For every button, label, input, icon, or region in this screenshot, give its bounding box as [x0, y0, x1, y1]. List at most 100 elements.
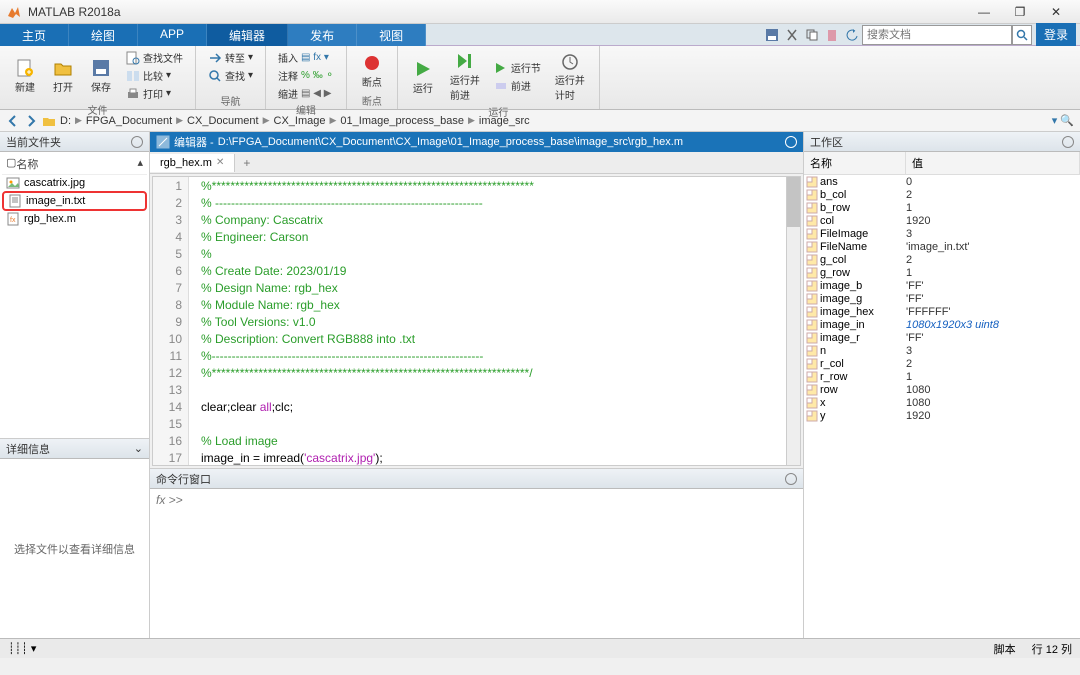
crumb-4[interactable]: 01_Image_process_base [340, 115, 464, 127]
editor-panel-menu-icon[interactable] [785, 136, 797, 148]
var-icon [806, 397, 818, 409]
workspace-row[interactable]: image_g'FF' [804, 292, 1080, 305]
fwd-icon[interactable] [24, 114, 38, 128]
search-path-icon[interactable]: ▾ 🔍 [1052, 114, 1074, 127]
main-area: 当前文件夹 ▢ 名称▴ cascatrix.jpgimage_in.txtfxr… [0, 132, 1080, 638]
indent-button[interactable]: 缩进 ▤ ◀ ▶ [274, 85, 335, 102]
workspace-row[interactable]: b_row1 [804, 201, 1080, 214]
workspace-row[interactable]: image_in1080x1920x3 uint8 [804, 318, 1080, 331]
details-header[interactable]: 详细信息⌄ [0, 439, 149, 459]
var-icon [806, 332, 818, 344]
command-window[interactable]: fx >> [150, 489, 803, 638]
search-icon[interactable] [1012, 25, 1032, 45]
goto-button[interactable]: 转至 ▾ [204, 49, 257, 66]
workspace-row[interactable]: FileImage3 [804, 227, 1080, 240]
undo-icon[interactable] [845, 28, 859, 42]
workspace-row[interactable]: ans0 [804, 175, 1080, 188]
workspace-row[interactable]: g_col2 [804, 253, 1080, 266]
var-name: b_row [820, 202, 906, 214]
workspace-row[interactable]: y1920 [804, 409, 1080, 422]
workspace-row[interactable]: image_b'FF' [804, 279, 1080, 292]
workspace-header[interactable]: 工作区 [804, 132, 1080, 152]
maximize-button[interactable]: ❐ [1002, 1, 1038, 23]
file-row[interactable]: image_in.txt [2, 191, 147, 211]
workspace-row[interactable]: r_row1 [804, 370, 1080, 383]
ws-panel-menu-icon[interactable] [1062, 136, 1074, 148]
code-editor[interactable]: 123456789101112131415161718 %***********… [152, 176, 801, 466]
close-button[interactable]: ✕ [1038, 1, 1074, 23]
crumb-5[interactable]: image_src [479, 115, 530, 127]
var-value: 1 [906, 267, 1078, 279]
print-button[interactable]: 打印 ▾ [122, 85, 187, 102]
code-area[interactable]: %***************************************… [189, 177, 786, 465]
var-name: image_in [820, 319, 906, 331]
run-time-button[interactable]: 运行并 计时 [549, 49, 591, 104]
breakpoint-button[interactable]: 断点 [355, 51, 389, 91]
editor-scrollbar[interactable] [786, 177, 800, 465]
panel-menu-icon[interactable] [131, 136, 143, 148]
open-button[interactable]: 打开 [46, 56, 80, 96]
login-button[interactable]: 登录 [1036, 23, 1076, 46]
workspace-row[interactable]: image_hex'FFFFFF' [804, 305, 1080, 318]
crumb-1[interactable]: FPGA_Document [86, 115, 172, 127]
add-tab-button[interactable]: + [235, 153, 258, 173]
comment-button[interactable]: 注释 % ‰ ⚬ [274, 67, 338, 84]
current-folder-header[interactable]: 当前文件夹 [0, 132, 149, 152]
status-position: 行 12 列 [1032, 641, 1072, 657]
back-icon[interactable] [6, 114, 20, 128]
run-button[interactable]: 运行 [406, 57, 440, 97]
var-value: 'FFFFFF' [906, 306, 1078, 318]
var-icon [806, 293, 818, 305]
tab-publish[interactable]: 发布 [288, 24, 357, 46]
workspace-row[interactable]: b_col2 [804, 188, 1080, 201]
workspace-row[interactable]: x1080 [804, 396, 1080, 409]
var-name: image_r [820, 332, 906, 344]
minimize-button[interactable]: — [966, 1, 1002, 23]
tab-view[interactable]: 视图 [357, 24, 426, 46]
new-button[interactable]: 新建 [8, 56, 42, 96]
insert-button[interactable]: 插入 ▤ fx ▾ [274, 49, 333, 66]
runsection-button[interactable]: 运行节 [490, 59, 545, 76]
find-button[interactable]: 查找 ▾ [204, 67, 257, 84]
close-tab-icon[interactable]: ✕ [216, 157, 224, 168]
search-input[interactable] [862, 25, 1012, 45]
workspace-row[interactable]: r_col2 [804, 357, 1080, 370]
command-window-header[interactable]: 命令行窗口 [150, 469, 803, 489]
cut-icon[interactable] [785, 28, 799, 42]
file-name: cascatrix.jpg [24, 177, 85, 189]
workspace-row[interactable]: image_r'FF' [804, 331, 1080, 344]
file-row[interactable]: cascatrix.jpg [2, 175, 147, 191]
folder-icon[interactable] [42, 114, 56, 128]
run-advance-button[interactable]: 运行并 前进 [444, 49, 486, 104]
var-value: 3 [906, 228, 1078, 240]
crumb-2[interactable]: CX_Document [187, 115, 259, 127]
tab-plot[interactable]: 绘图 [69, 24, 138, 46]
compare-button[interactable]: 比较 ▾ [122, 67, 187, 84]
tab-app[interactable]: APP [138, 24, 207, 46]
workspace-row[interactable]: row1080 [804, 383, 1080, 396]
crumb-3[interactable]: CX_Image [274, 115, 326, 127]
editor-tab[interactable]: rgb_hex.m✕ [150, 154, 235, 172]
save-icon[interactable] [765, 28, 779, 42]
tab-editor[interactable]: 编辑器 [207, 24, 288, 46]
tab-home[interactable]: 主页 [0, 24, 69, 46]
workspace-columns: 名称值 [804, 152, 1080, 175]
var-icon [806, 228, 818, 240]
var-value: 'FF' [906, 332, 1078, 344]
var-value: 1 [906, 371, 1078, 383]
crumb-0[interactable]: D: [60, 115, 71, 127]
workspace-table[interactable]: 名称值 ans0b_col2b_row1col1920FileImage3Fil… [804, 152, 1080, 638]
var-icon [806, 189, 818, 201]
findfiles-button[interactable]: 查找文件 [122, 49, 187, 66]
workspace-row[interactable]: FileName'image_in.txt' [804, 240, 1080, 253]
workspace-row[interactable]: g_row1 [804, 266, 1080, 279]
save-button[interactable]: 保存 [84, 56, 118, 96]
paste-icon[interactable] [825, 28, 839, 42]
copy-icon[interactable] [805, 28, 819, 42]
file-browser[interactable]: ▢ 名称▴ cascatrix.jpgimage_in.txtfxrgb_hex… [0, 152, 149, 438]
file-row[interactable]: fxrgb_hex.m [2, 211, 147, 227]
advance-button[interactable]: 前进 [490, 77, 545, 94]
cmd-panel-menu-icon[interactable] [785, 473, 797, 485]
workspace-row[interactable]: col1920 [804, 214, 1080, 227]
workspace-row[interactable]: n3 [804, 344, 1080, 357]
